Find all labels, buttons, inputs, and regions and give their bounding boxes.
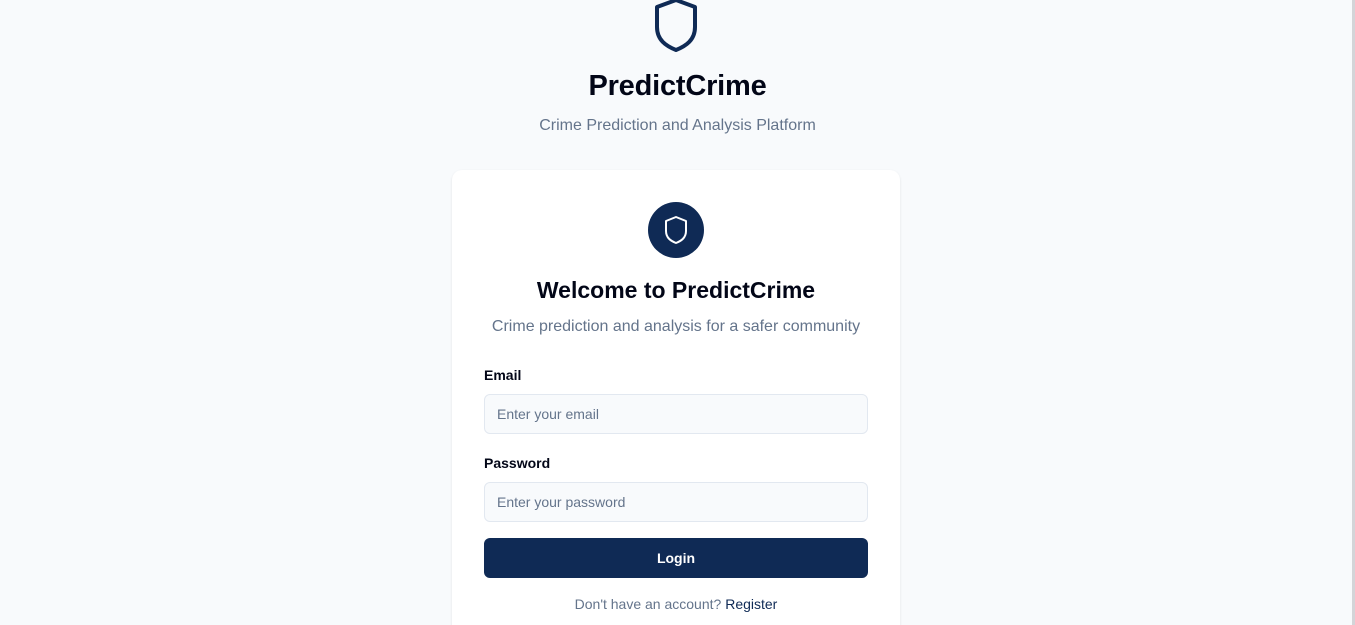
password-label: Password xyxy=(484,455,551,471)
card-subtitle: Crime prediction and analysis for a safe… xyxy=(491,318,861,335)
register-link[interactable]: Register xyxy=(725,596,777,612)
login-page: PredictCrime Crime Prediction and Analys… xyxy=(0,0,1355,625)
register-prompt: Don't have an account? xyxy=(574,596,726,612)
password-field[interactable] xyxy=(484,482,868,522)
email-label: Email xyxy=(484,367,522,383)
card-title: Welcome to PredictCrime xyxy=(536,277,816,303)
shield-icon xyxy=(665,216,687,244)
login-card: Welcome to PredictCrime Crime prediction… xyxy=(452,170,900,625)
card-badge xyxy=(648,202,704,258)
login-button[interactable]: Login xyxy=(484,538,868,578)
brand-title: PredictCrime xyxy=(588,70,767,102)
register-row: Don't have an account? Register xyxy=(452,596,900,612)
email-field[interactable] xyxy=(484,394,868,434)
shield-icon xyxy=(655,0,697,52)
brand-subtitle: Crime Prediction and Analysis Platform xyxy=(539,117,816,134)
